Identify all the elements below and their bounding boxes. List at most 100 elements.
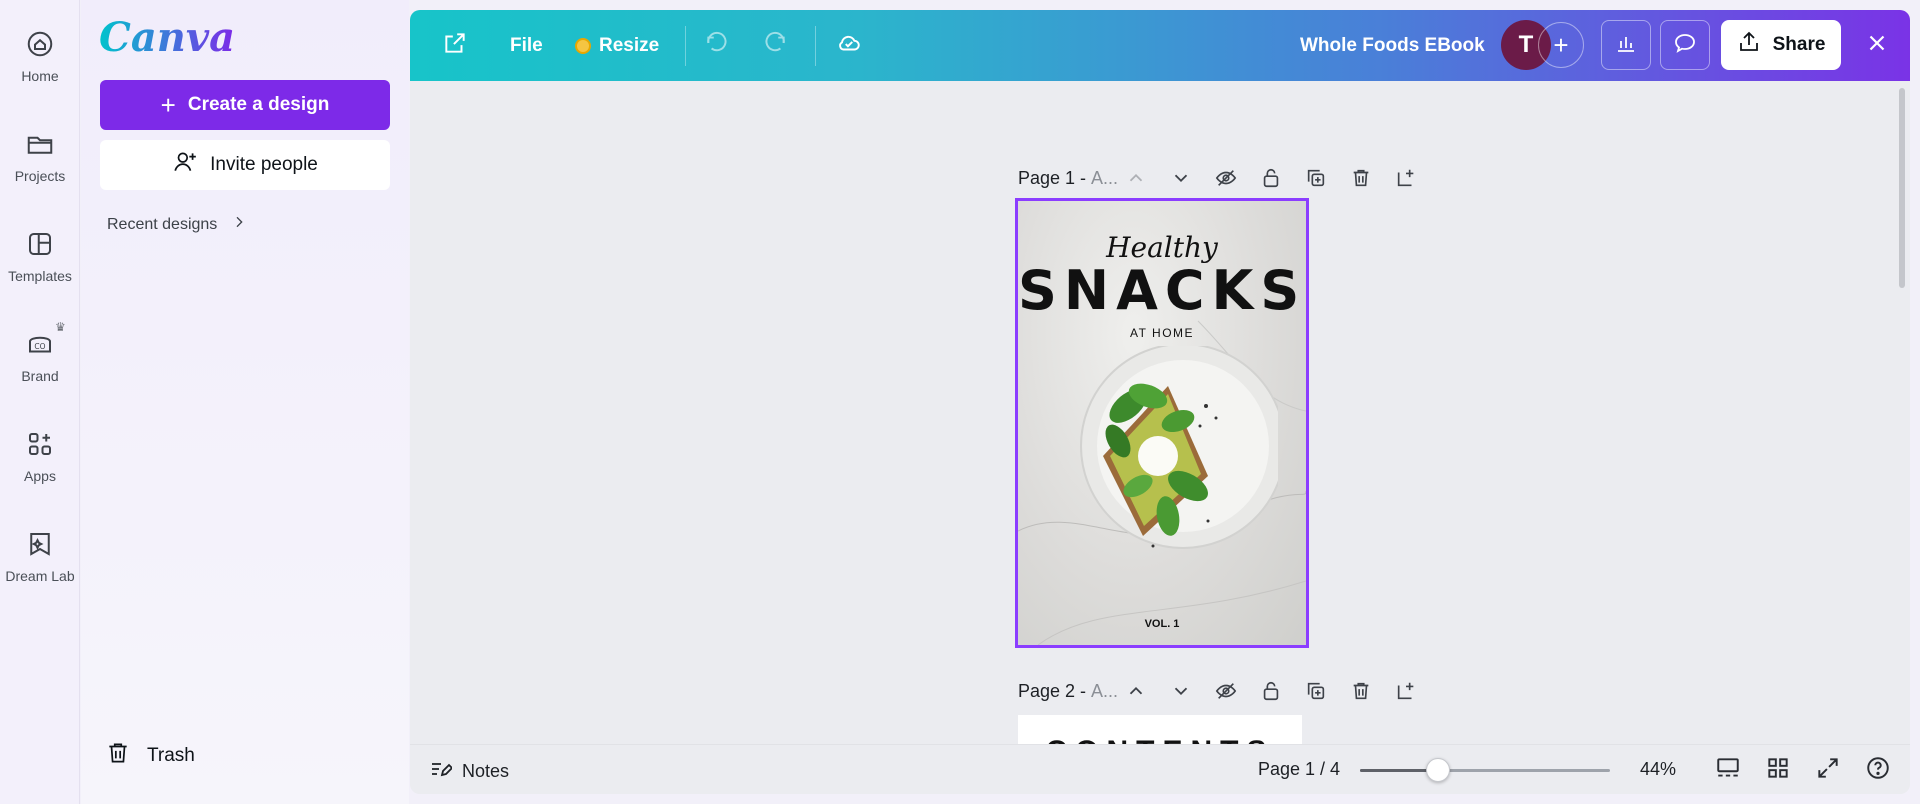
delete-page-icon[interactable] — [1348, 678, 1374, 704]
zoom-slider[interactable] — [1360, 769, 1610, 772]
comments-button[interactable] — [1660, 20, 1710, 70]
top-toolbar: File Resize Whole Foods EBook T + Share — [410, 10, 1910, 81]
left-rail: Home Projects Templates CO Brand ♛ Apps … — [0, 0, 80, 804]
page-2-subtitle[interactable]: A... — [1091, 681, 1118, 702]
hide-page-icon[interactable] — [1213, 678, 1239, 704]
lock-icon[interactable] — [1258, 165, 1284, 191]
rail-label-projects: Projects — [14, 168, 66, 184]
avocado-toast-photo[interactable] — [1058, 346, 1278, 566]
add-page-icon[interactable] — [1393, 165, 1419, 191]
trash-link[interactable]: Trash — [105, 740, 195, 772]
resize-label: Resize — [599, 34, 660, 56]
pages-view-icon — [1715, 755, 1741, 786]
trash-label: Trash — [147, 745, 195, 766]
undo-button[interactable] — [704, 10, 730, 81]
fullscreen-button[interactable] — [1813, 755, 1843, 785]
plus-icon: + — [160, 90, 176, 120]
zoom-level[interactable]: 44% — [1640, 759, 1676, 780]
open-external-button[interactable] — [442, 10, 468, 81]
create-design-label: Create a design — [187, 94, 330, 115]
toolbar-divider — [685, 26, 686, 66]
apps-icon — [24, 428, 56, 460]
editor: File Resize Whole Foods EBook T + Share … — [410, 10, 1910, 794]
add-collaborator-button[interactable]: + — [1538, 22, 1584, 68]
pages-view-button[interactable] — [1713, 755, 1743, 785]
svg-text:CO: CO — [34, 342, 45, 351]
expand-icon — [1815, 755, 1841, 786]
chevron-down-icon[interactable] — [1168, 165, 1194, 191]
analytics-button[interactable] — [1601, 20, 1651, 70]
add-page-icon[interactable] — [1393, 678, 1419, 704]
close-editor-button[interactable] — [1864, 10, 1890, 81]
invite-people-button[interactable]: Invite people — [100, 140, 390, 190]
page-2-header[interactable]: Page 2 - A... — [1018, 676, 1118, 706]
rail-label-templates: Templates — [8, 268, 72, 284]
rail-label-home: Home — [21, 68, 59, 84]
home-icon — [24, 28, 56, 60]
help-icon — [1865, 755, 1891, 786]
templates-icon — [24, 228, 56, 260]
page-2-title: Page 2 - — [1018, 680, 1092, 701]
brand-icon: CO — [24, 328, 56, 360]
canva-logo[interactable]: Canva — [99, 14, 235, 61]
notes-icon — [428, 757, 454, 786]
recent-designs-label: Recent designs — [107, 215, 218, 233]
document-title[interactable]: Whole Foods EBook — [1300, 10, 1485, 81]
recent-designs-link[interactable]: Recent designs — [107, 214, 247, 235]
rail-item-brand[interactable]: CO Brand — [0, 310, 80, 400]
grid-view-icon — [1765, 755, 1791, 786]
duplicate-page-icon[interactable] — [1303, 165, 1329, 191]
duplicate-page-icon[interactable] — [1303, 678, 1329, 704]
notes-label: Notes — [462, 761, 510, 781]
close-icon — [1864, 30, 1890, 62]
plus-icon: + — [1553, 30, 1569, 60]
page-1-subtitle[interactable]: A... — [1091, 168, 1118, 189]
chevron-up-icon[interactable] — [1123, 165, 1149, 191]
invite-people-label: Invite people — [210, 154, 318, 175]
rail-item-templates[interactable]: Templates — [0, 210, 80, 300]
comment-icon — [1673, 31, 1697, 60]
resize-button[interactable]: Resize — [575, 10, 659, 81]
cover-headline[interactable]: SNACKS — [1018, 259, 1306, 322]
cover-tagline[interactable]: AT HOME — [1018, 326, 1306, 340]
cloud-check-icon — [836, 30, 862, 62]
help-button[interactable] — [1863, 755, 1893, 785]
rail-item-dream-lab[interactable]: Dream Lab — [0, 510, 80, 600]
undo-icon — [704, 30, 730, 62]
page-indicator[interactable]: Page 1 / 4 — [1258, 759, 1340, 780]
redo-button[interactable] — [762, 10, 788, 81]
dream-lab-icon — [24, 528, 56, 560]
rail-label-dream-lab: Dream Lab — [5, 568, 75, 584]
lock-icon[interactable] — [1258, 678, 1284, 704]
crown-icon: ♛ — [55, 320, 66, 334]
notes-button[interactable]: Notes — [428, 757, 509, 786]
rail-label-apps: Apps — [24, 468, 56, 484]
side-panel: Canva + Create a design Invite people Re… — [81, 0, 409, 804]
rail-item-apps[interactable]: Apps — [0, 410, 80, 500]
share-button[interactable]: Share — [1721, 20, 1841, 70]
external-link-icon — [442, 30, 468, 62]
bottom-bar: Notes Page 1 / 4 44% — [410, 744, 1910, 794]
page-1-header[interactable]: Page 1 - A... — [1018, 163, 1118, 193]
add-user-icon — [172, 149, 198, 181]
grid-view-button[interactable] — [1763, 755, 1793, 785]
page-1-canvas[interactable]: Healthy SNACKS AT HOME VOL. 1 — [1015, 198, 1309, 648]
rail-label-brand: Brand — [21, 368, 59, 384]
page-1-title: Page 1 - — [1018, 167, 1092, 188]
folder-icon — [24, 128, 56, 160]
file-menu-button[interactable]: File — [510, 10, 543, 81]
chevron-up-icon[interactable] — [1123, 678, 1149, 704]
redo-icon — [762, 30, 788, 62]
cloud-save-button[interactable] — [836, 10, 862, 81]
cover-volume[interactable]: VOL. 1 — [1018, 618, 1306, 630]
vertical-scrollbar[interactable] — [1899, 88, 1905, 288]
create-design-button[interactable]: + Create a design — [100, 80, 390, 130]
zoom-slider-handle[interactable] — [1425, 758, 1450, 782]
share-icon — [1737, 30, 1761, 60]
chevron-down-icon[interactable] — [1168, 678, 1194, 704]
hide-page-icon[interactable] — [1213, 165, 1239, 191]
rail-item-home[interactable]: Home — [0, 10, 80, 100]
rail-item-projects[interactable]: Projects — [0, 110, 80, 200]
delete-page-icon[interactable] — [1348, 165, 1374, 191]
share-label: Share — [1772, 34, 1826, 55]
